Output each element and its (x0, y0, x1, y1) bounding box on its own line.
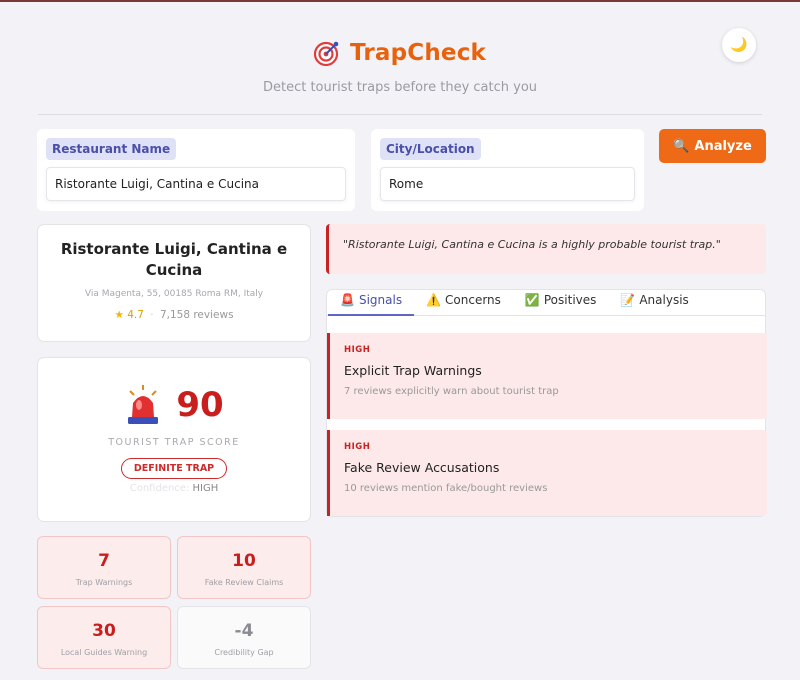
score-card: 90 TOURIST TRAP SCORE DEFINITE TRAP Conf… (37, 357, 311, 522)
trap-score-label: TOURIST TRAP SCORE (108, 437, 240, 448)
analyze-button[interactable]: 🔍 Analyze (659, 129, 766, 163)
stat-value: -4 (234, 621, 254, 641)
warning-icon: ⚠️ (426, 293, 442, 307)
restaurant-name-input[interactable] (46, 167, 346, 201)
stat-label: Credibility Gap (214, 648, 274, 657)
tab-concerns[interactable]: ⚠️ Concerns (414, 290, 513, 316)
stat-value: 10 (232, 551, 256, 571)
analyze-button-label: Analyze (694, 138, 752, 154)
stat-label: Local Guides Warning (60, 648, 148, 657)
restaurant-rating: ★ 4.7 · 7,158 reviews (38, 309, 310, 321)
app-header: TrapCheck Detect tourist traps before th… (0, 2, 800, 95)
summary-quote: "Ristorante Luigi, Cantina e Cucina is a… (326, 224, 766, 274)
signal-card: HIGH Fake Review Accusations 10 reviews … (327, 430, 767, 516)
siren-icon: 🚨 (340, 293, 355, 307)
signal-description: 7 reviews explicitly warn about tourist … (344, 386, 559, 397)
stat-label: Fake Review Claims (204, 578, 284, 587)
rating-value: 4.7 (127, 309, 144, 321)
stat-value: 7 (98, 551, 110, 571)
confidence-value: HIGH (192, 483, 219, 494)
review-count: 7,158 reviews (159, 309, 234, 321)
tab-signals[interactable]: 🚨 Signals (328, 290, 415, 316)
stat-trap-warnings: 7 Trap Warnings (37, 536, 171, 599)
rating-separator: · (150, 309, 154, 321)
header-divider (38, 114, 762, 115)
check-icon: ✅ (524, 293, 540, 307)
confidence: Confidence: HIGH (38, 483, 310, 494)
stat-local-guides-warning: 30 Local Guides Warning (37, 606, 171, 669)
moon-icon: 🌙 (730, 37, 748, 53)
signal-severity: HIGH (344, 345, 371, 355)
signal-severity: HIGH (344, 442, 371, 452)
tab-label: Analysis (639, 293, 689, 307)
tab-label: Signals (358, 293, 403, 307)
stat-fake-review-claims: 10 Fake Review Claims (177, 536, 311, 599)
restaurant-field: Restaurant Name (37, 129, 355, 211)
restaurant-card: Ristorante Luigi, Cantina e Cucina Via M… (37, 224, 311, 342)
score-row: 90 (38, 383, 310, 427)
signal-title: Fake Review Accusations (344, 460, 500, 475)
star-icon: ★ (114, 309, 124, 321)
theme-toggle-button[interactable]: 🌙 (722, 28, 756, 62)
tab-label: Concerns (445, 293, 501, 307)
results-panel: 🚨 Signals ⚠️ Concerns ✅ Positives 📝 Anal… (326, 289, 767, 517)
brand: TrapCheck (0, 40, 800, 66)
memo-icon: 📝 (620, 293, 636, 307)
signal-card: HIGH Explicit Trap Warnings 7 reviews ex… (327, 333, 767, 419)
siren-icon (128, 385, 159, 424)
app-tagline: Detect tourist traps before they catch y… (262, 80, 538, 95)
restaurant-title: Ristorante Luigi, Cantina e Cucina (60, 240, 288, 279)
restaurant-field-label: Restaurant Name (46, 138, 177, 160)
tab-bar: 🚨 Signals ⚠️ Concerns ✅ Positives 📝 Anal… (327, 290, 765, 316)
tab-analysis[interactable]: 📝 Analysis (608, 290, 700, 316)
search-icon: 🔍 (673, 138, 690, 154)
stat-credibility-gap: -4 Credibility Gap (177, 606, 311, 669)
app-title: TrapCheck (349, 40, 487, 66)
verdict-badge: DEFINITE TRAP (120, 458, 228, 479)
tab-positives[interactable]: ✅ Positives (513, 290, 608, 316)
city-field: City/Location (371, 129, 644, 211)
restaurant-address: Via Magenta, 55, 00185 Roma RM, Italy (84, 289, 264, 299)
trap-score-value: 90 (176, 385, 224, 425)
city-input[interactable] (380, 167, 635, 201)
signal-description: 10 reviews mention fake/bought reviews (344, 483, 548, 494)
city-field-label: City/Location (380, 138, 481, 160)
target-icon (313, 41, 339, 66)
confidence-label: Confidence: (129, 483, 190, 494)
signal-title: Explicit Trap Warnings (344, 363, 482, 378)
stat-value: 30 (92, 621, 116, 641)
tab-label: Positives (543, 293, 597, 307)
stat-label: Trap Warnings (75, 578, 133, 587)
